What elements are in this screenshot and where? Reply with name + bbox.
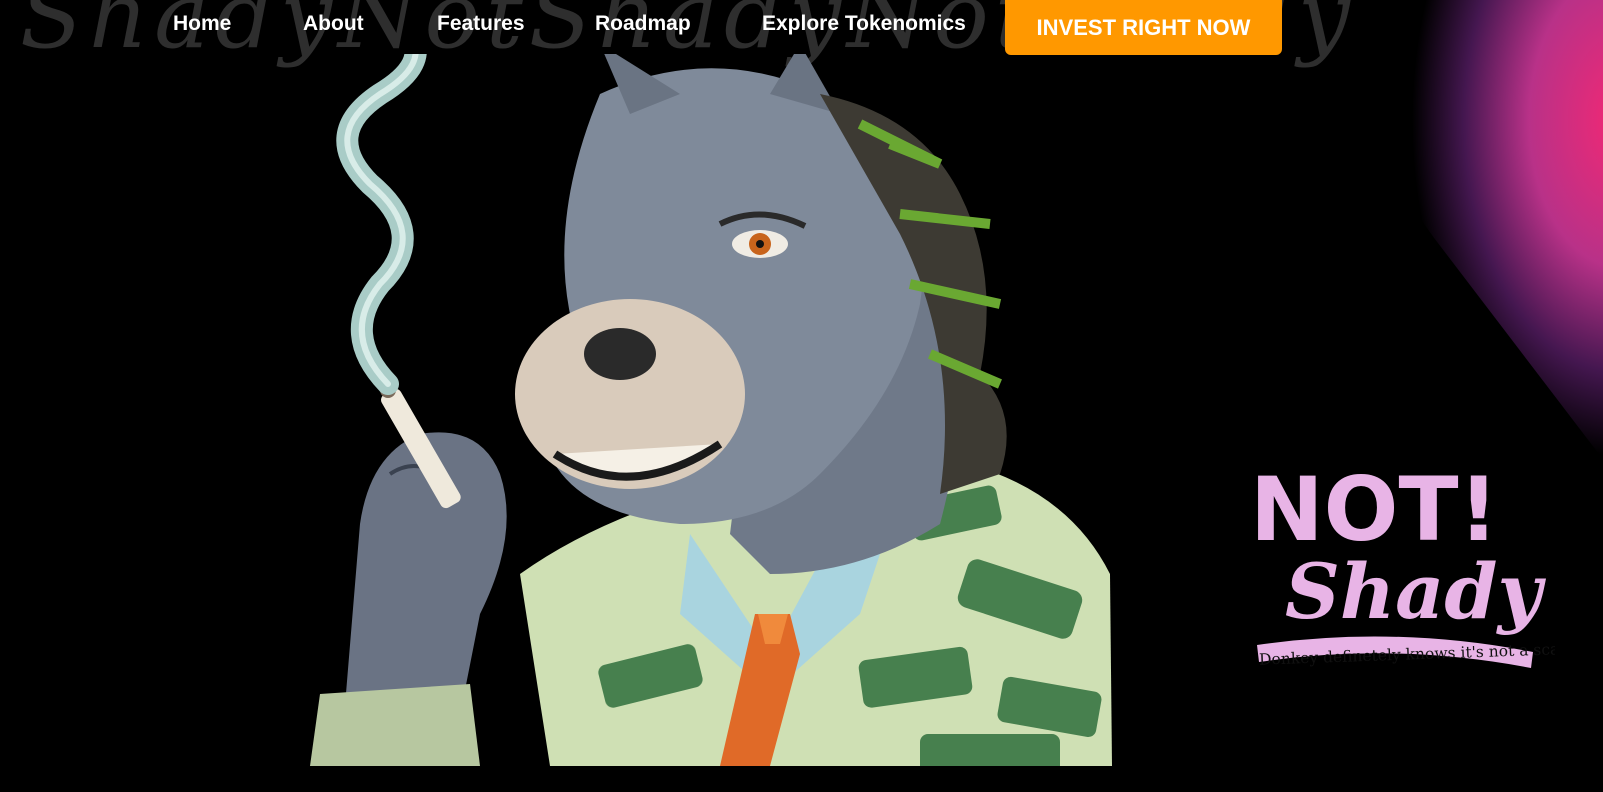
badge-title-line2: Shady: [1285, 547, 1547, 636]
badge-title-line1: NOT!: [1255, 458, 1499, 561]
donkey-hero-illustration: [310, 54, 1112, 766]
not-shady-badge: NOT! Shady Donkey definetely knows it's …: [1250, 430, 1575, 690]
badge-graphic: NOT! Shady Donkey definetely knows it's …: [1250, 458, 1575, 669]
nav-link-features[interactable]: Features: [437, 12, 525, 36]
nav-link-about[interactable]: About: [303, 12, 364, 36]
top-navigation: Home About Features Roadmap Explore Toke…: [0, 0, 1603, 55]
nav-link-roadmap[interactable]: Roadmap: [595, 12, 691, 36]
nav-link-home[interactable]: Home: [173, 12, 231, 36]
nav-link-explore-tokenomics[interactable]: Explore Tokenomics: [762, 12, 966, 36]
invest-right-now-button[interactable]: INVEST RIGHT NOW: [1005, 0, 1282, 55]
